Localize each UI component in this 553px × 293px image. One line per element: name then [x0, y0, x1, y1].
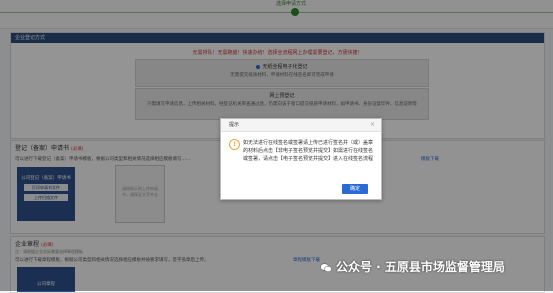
warning-icon: !: [229, 139, 240, 150]
dialog-title: 提示: [221, 119, 381, 132]
confirm-button[interactable]: 确定: [342, 184, 368, 194]
wechat-icon: [320, 263, 332, 272]
close-icon[interactable]: ×: [370, 121, 375, 128]
watermark: 公众号 · 五原县市场监督管理局: [320, 258, 505, 275]
alert-dialog: 提示 × ! 如无法进行在线签名或签署请上传已进行签名并（或）盖章的材料后点击【…: [220, 118, 382, 200]
dialog-message: 如无法进行在线签名或签署请上传已进行签名并（或）盖章的材料后点击【非电子签名预览…: [243, 140, 374, 162]
